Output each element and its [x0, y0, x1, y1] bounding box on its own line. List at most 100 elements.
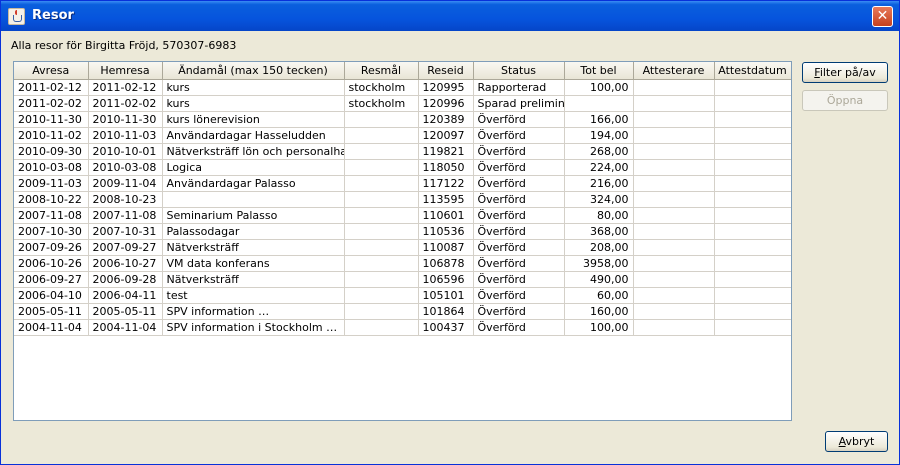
- table-cell: [633, 95, 715, 112]
- table-cell: 194,00: [564, 127, 634, 144]
- filter-toggle-button[interactable]: Filter på/av: [802, 62, 888, 83]
- table-cell: [633, 303, 715, 320]
- table-cell: Nätverksträff lön och personalhan…: [162, 143, 345, 160]
- table-cell: 110601: [418, 207, 474, 224]
- table-cell: 2007-11-08: [88, 207, 163, 224]
- table-cell: [714, 271, 791, 288]
- table-cell: 216,00: [564, 175, 634, 192]
- column-header[interactable]: Ändamål (max 150 tecken): [162, 62, 345, 80]
- table-cell: [344, 239, 419, 256]
- table-cell: Seminarium Palasso: [162, 207, 345, 224]
- table-row[interactable]: 2010-09-30 2010-10-01 Nätverksträff lön oc…: [14, 143, 791, 160]
- table-cell: Överförd: [473, 175, 565, 192]
- table-cell: [633, 127, 715, 144]
- table-cell: Användardagar Palasso: [162, 175, 345, 192]
- table-cell: [344, 143, 419, 160]
- table-cell: 2010-03-08: [14, 159, 89, 176]
- table-cell: Överförd: [473, 303, 565, 320]
- table-row[interactable]: 2010-11-30 2010-11-30 kurs lönerevision 120…: [14, 111, 791, 128]
- table-cell: 2004-11-04: [88, 319, 163, 336]
- table-cell: 105101: [418, 287, 474, 304]
- column-header[interactable]: Attestdatum: [714, 62, 791, 80]
- table-cell: [633, 79, 715, 96]
- table-cell: [344, 255, 419, 272]
- table-cell: 2007-09-27: [88, 239, 163, 256]
- column-header[interactable]: Status: [473, 62, 565, 80]
- table-cell: 2011-02-02: [88, 95, 163, 112]
- cancel-button[interactable]: Avbryt: [825, 431, 888, 452]
- cancel-mnemonic: A: [838, 435, 846, 448]
- table-cell: 2005-05-11: [88, 303, 163, 320]
- table-cell: [714, 303, 791, 320]
- table-cell: 2010-11-02: [14, 127, 89, 144]
- table-cell: Användardagar Hasseludden: [162, 127, 345, 144]
- table-cell: [344, 159, 419, 176]
- table-cell: 120996: [418, 95, 474, 112]
- close-button[interactable]: ✕: [872, 6, 893, 27]
- table-cell: 2011-02-12: [14, 79, 89, 96]
- column-header[interactable]: Attesterare: [633, 62, 715, 80]
- table-cell: SPV information …: [162, 303, 345, 320]
- table-cell: 2006-09-28: [88, 271, 163, 288]
- table-cell: 2010-11-30: [14, 111, 89, 128]
- table-cell: 119821: [418, 143, 474, 160]
- table-cell: Palassodagar: [162, 223, 345, 240]
- table-cell: [714, 223, 791, 240]
- table-cell: [633, 287, 715, 304]
- table-row[interactable]: 2011-02-02 2011-02-02 kurs stockholm 120996 S…: [14, 95, 791, 112]
- trips-table[interactable]: Avresa Hemresa Ändamål (max 150 tecken) Res…: [13, 61, 792, 421]
- table-row[interactable]: 2009-11-03 2009-11-04 Användardagar Palass…: [14, 175, 791, 192]
- table-cell: Överförd: [473, 319, 565, 336]
- table-row[interactable]: 2004-11-04 2004-11-04 SPV information i St…: [14, 319, 791, 336]
- table-cell: [344, 207, 419, 224]
- table-cell: 117122: [418, 175, 474, 192]
- table-cell: [344, 271, 419, 288]
- table-row[interactable]: 2011-02-12 2011-02-12 kurs stockholm 120995 R…: [14, 79, 791, 96]
- table-row[interactable]: 2006-09-27 2006-09-28 Nätverksträff 106596 Ö…: [14, 271, 791, 288]
- title-bar[interactable]: Resor ✕: [1, 1, 899, 31]
- table-cell: [344, 127, 419, 144]
- table-row[interactable]: 2007-09-26 2007-09-27 Nätverksträff 110087 Ö…: [14, 239, 791, 256]
- table-cell: Sparad preliminärt: [473, 95, 565, 112]
- table-row[interactable]: 2010-11-02 2010-11-03 Användardagar Hassel…: [14, 127, 791, 144]
- column-header[interactable]: Avresa: [14, 62, 89, 80]
- column-header[interactable]: Resmål: [344, 62, 419, 80]
- table-cell: [633, 111, 715, 128]
- table-cell: [344, 223, 419, 240]
- table-cell: 2011-02-02: [14, 95, 89, 112]
- table-cell: 268,00: [564, 143, 634, 160]
- table-cell: SPV information i Stockholm …: [162, 319, 345, 336]
- table-cell: [633, 207, 715, 224]
- table-cell: [344, 175, 419, 192]
- table-cell: test: [162, 287, 345, 304]
- table-cell: 2006-04-10: [14, 287, 89, 304]
- column-header[interactable]: Tot bel: [564, 62, 634, 80]
- table-cell: 2008-10-22: [14, 191, 89, 208]
- table-cell: Rapporterad: [473, 79, 565, 96]
- window-title: Resor: [32, 8, 74, 23]
- table-cell: [564, 95, 634, 112]
- table-cell: [714, 79, 791, 96]
- column-header[interactable]: Reseid: [418, 62, 474, 80]
- page-subtitle: Alla resor för Birgitta Fröjd, 570307-69…: [11, 39, 237, 52]
- table-row[interactable]: 2007-11-08 2007-11-08 Seminarium Palasso 11…: [14, 207, 791, 224]
- table-cell: 2006-10-27: [88, 255, 163, 272]
- table-cell: VM data konferans: [162, 255, 345, 272]
- table-cell: 2010-03-08: [88, 159, 163, 176]
- table-cell: 2008-10-23: [88, 191, 163, 208]
- table-cell: 2007-11-08: [14, 207, 89, 224]
- table-cell: [714, 95, 791, 112]
- table-row[interactable]: 2010-03-08 2010-03-08 Logica 118050 Överförd…: [14, 159, 791, 176]
- table-row[interactable]: 2005-05-11 2005-05-11 SPV information … 101…: [14, 303, 791, 320]
- table-row[interactable]: 2006-10-26 2006-10-27 VM data konferans 106…: [14, 255, 791, 272]
- table-cell: 113595: [418, 191, 474, 208]
- column-header[interactable]: Hemresa: [88, 62, 163, 80]
- table-cell: 2006-10-26: [14, 255, 89, 272]
- table-cell: 106596: [418, 271, 474, 288]
- table-cell: [633, 239, 715, 256]
- table-row[interactable]: 2006-04-10 2006-04-11 test 105101 Överförd 60…: [14, 287, 791, 304]
- open-button[interactable]: Öppna: [802, 90, 888, 111]
- table-row[interactable]: 2007-10-30 2007-10-31 Palassodagar 110536 Öv…: [14, 223, 791, 240]
- table-cell: 106878: [418, 255, 474, 272]
- table-row[interactable]: 2008-10-22 2008-10-23 113595 Överförd 324,00: [14, 191, 791, 208]
